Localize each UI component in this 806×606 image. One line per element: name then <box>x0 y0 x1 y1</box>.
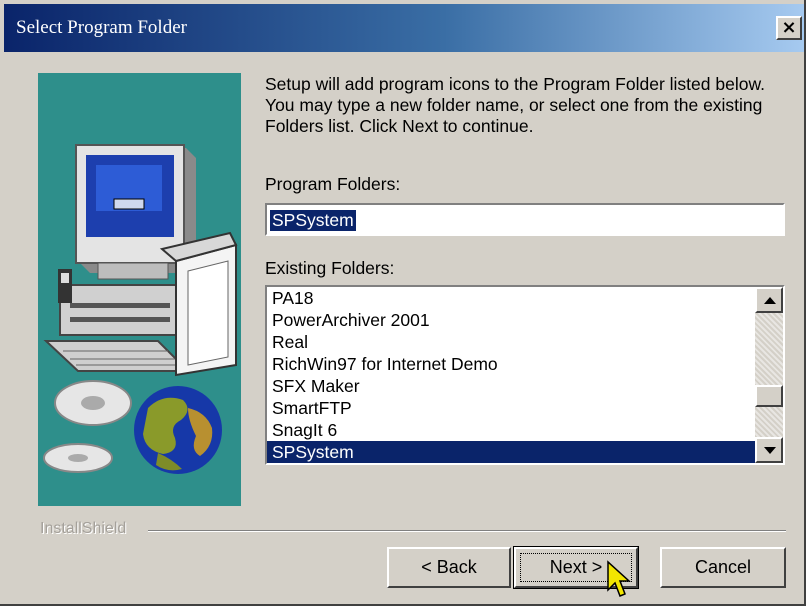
program-folder-input[interactable]: SPSystem <box>265 203 785 236</box>
program-folder-value: SPSystem <box>270 210 356 231</box>
scroll-thumb[interactable] <box>755 385 783 407</box>
mouse-cursor-icon <box>607 560 631 597</box>
back-button-label: < Back <box>421 557 477 577</box>
title-bar[interactable]: Select Program Folder × <box>4 4 804 52</box>
intro-text: Setup will add program icons to the Prog… <box>265 74 765 136</box>
installshield-brand: InstallShield <box>40 520 133 538</box>
existing-folders-label: Existing Folders: <box>265 258 395 278</box>
program-folders-label: Program Folders: <box>265 174 401 194</box>
list-item[interactable]: SnagIt 6 <box>267 419 755 441</box>
close-icon: × <box>781 17 797 38</box>
list-item[interactable]: SFX Maker <box>267 375 755 397</box>
computer-globe-illustration <box>38 73 241 506</box>
setup-illustration <box>38 73 241 506</box>
setup-dialog: Select Program Folder × Setup will add p… <box>0 0 806 606</box>
list-item[interactable]: PA18 <box>267 287 755 309</box>
existing-folders-list[interactable]: PA18 PowerArchiver 2001 Real RichWin97 f… <box>265 285 785 465</box>
list-item[interactable]: RichWin97 for Internet Demo <box>267 353 755 375</box>
footer-divider <box>148 530 786 532</box>
list-item-selected[interactable]: SPSystem <box>267 441 755 463</box>
back-button[interactable]: < Back <box>387 547 511 588</box>
close-button[interactable]: × <box>776 16 802 40</box>
cancel-button-label: Cancel <box>694 557 752 577</box>
scroll-up-arrow-icon[interactable] <box>755 287 783 313</box>
list-item[interactable]: Real <box>267 331 755 353</box>
list-item[interactable]: PowerArchiver 2001 <box>267 309 755 331</box>
list-item[interactable]: SmartFTP <box>267 397 755 419</box>
list-scrollbar[interactable] <box>755 287 783 463</box>
scroll-down-arrow-icon[interactable] <box>755 437 783 463</box>
cancel-button[interactable]: Cancel <box>660 547 786 588</box>
window-title: Select Program Folder <box>16 17 187 38</box>
